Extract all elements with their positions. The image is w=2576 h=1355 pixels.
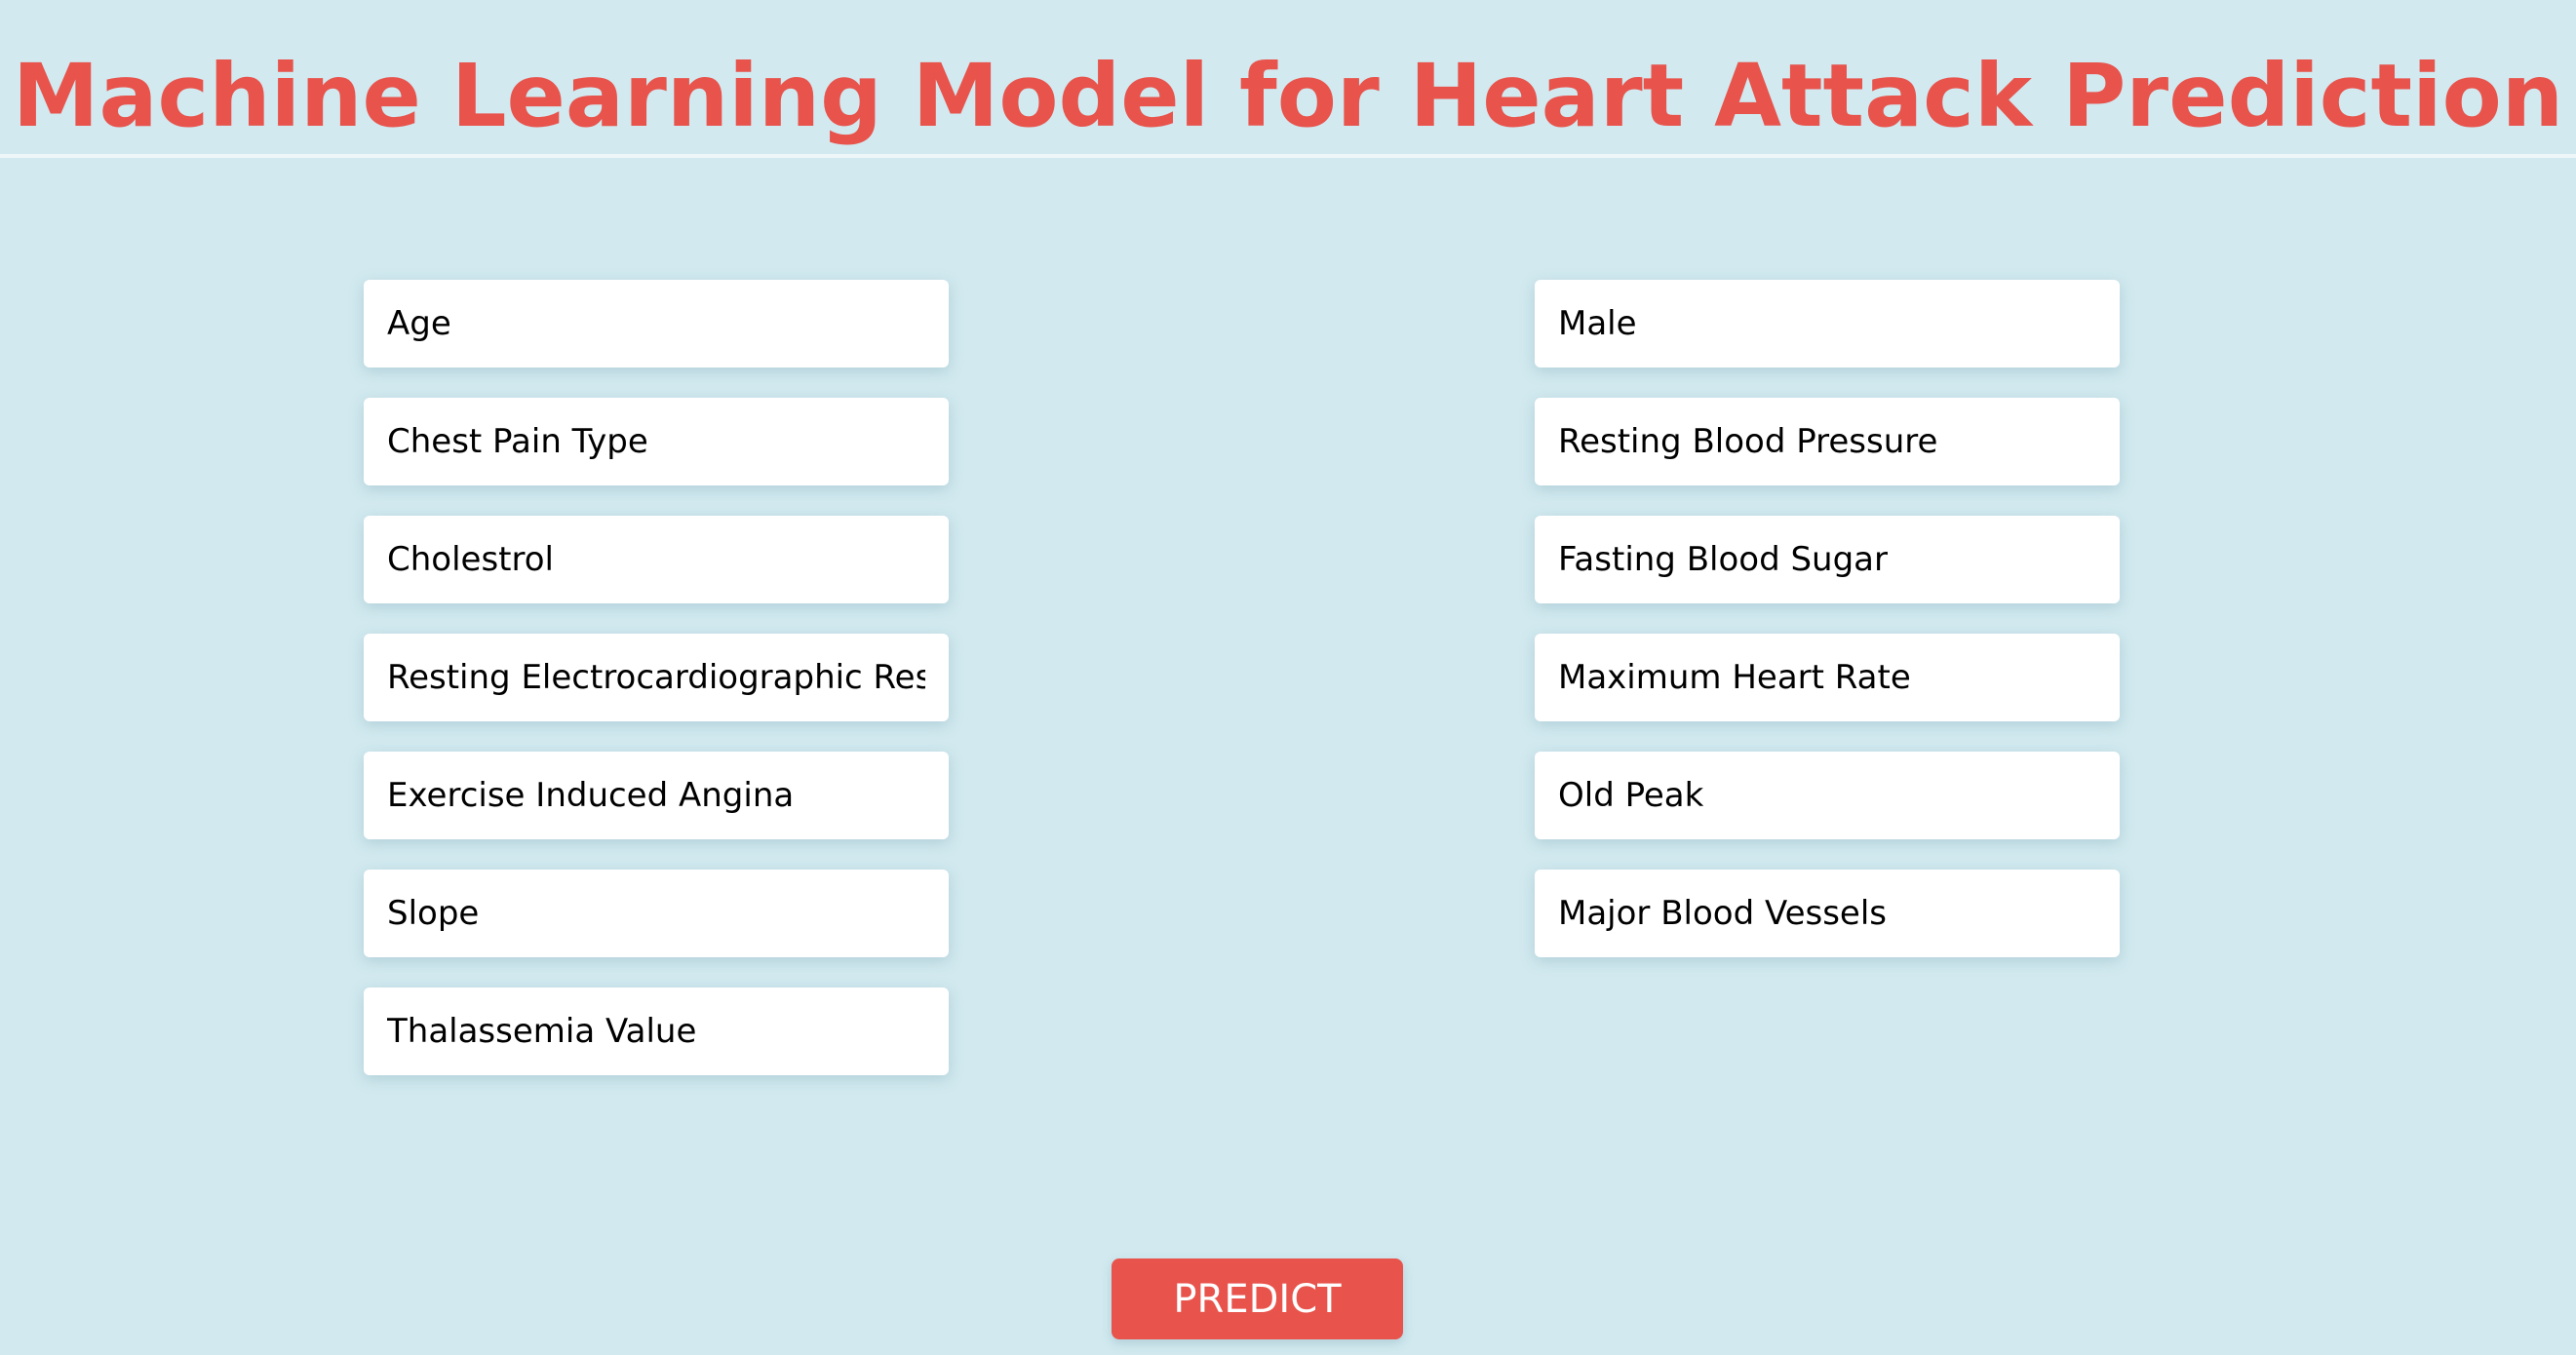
page-title: Machine Learning Model for Heart Attack …: [12, 45, 2564, 146]
thalassemia-input[interactable]: [364, 987, 949, 1075]
cholesterol-input[interactable]: [364, 516, 949, 603]
slope-input[interactable]: [364, 870, 949, 957]
fasting-blood-sugar-input[interactable]: [1535, 516, 2120, 603]
resting-blood-pressure-input[interactable]: [1535, 398, 2120, 485]
male-input[interactable]: [1535, 280, 2120, 368]
chest-pain-type-input[interactable]: [364, 398, 949, 485]
major-blood-vessels-input[interactable]: [1535, 870, 2120, 957]
age-input[interactable]: [364, 280, 949, 368]
exercise-induced-angina-input[interactable]: [364, 752, 949, 839]
predict-button[interactable]: PREDICT: [1112, 1258, 1403, 1339]
page-header: Machine Learning Model for Heart Attack …: [0, 0, 2576, 158]
maximum-heart-rate-input[interactable]: [1535, 634, 2120, 721]
old-peak-input[interactable]: [1535, 752, 2120, 839]
resting-ecg-input[interactable]: [364, 634, 949, 721]
